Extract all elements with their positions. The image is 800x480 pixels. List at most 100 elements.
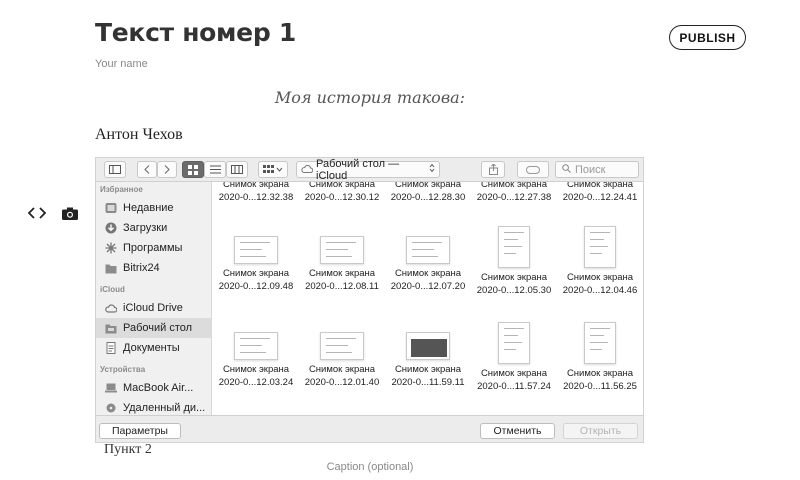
sidebar-item-applications[interactable]: Программы [96, 238, 211, 258]
file-name: Снимок экрана [566, 368, 634, 379]
file-name: Снимок экрана [394, 364, 462, 375]
file-name: Снимок экрана [480, 368, 548, 379]
back-icon[interactable] [137, 161, 157, 178]
post-paragraph-after[interactable]: Пункт 2 [104, 442, 152, 458]
insert-toolbar [27, 204, 80, 222]
post-subtitle[interactable]: Моя история такова: [0, 88, 740, 107]
cancel-button[interactable]: Отменить [480, 423, 555, 439]
sidebar-item-icloud-drive[interactable]: iCloud Drive [96, 298, 211, 318]
sidebar-item-desktop[interactable]: Рабочий стол [96, 318, 211, 338]
icon-view-icon[interactable] [182, 161, 204, 178]
tag-icon[interactable] [517, 161, 549, 178]
file-date: 2020-0...11.57.24 [477, 380, 551, 392]
sidebar-item-documents[interactable]: Документы [96, 338, 211, 358]
file-date: 2020-0...12.07.20 [390, 280, 466, 292]
file-thumbnail [406, 236, 450, 264]
sidebar-header-icloud: iCloud [100, 285, 125, 294]
sidebar-item-recents[interactable]: Недавние [96, 198, 211, 218]
location-label: Рабочий стол — iCloud [316, 157, 400, 182]
open-button[interactable]: Открыть [563, 423, 638, 439]
desktop-folder-icon [105, 322, 117, 334]
file-name: Снимок экрана [394, 268, 462, 279]
sidebar-item-downloads[interactable]: Загрузки [96, 218, 211, 238]
camera-icon[interactable] [60, 204, 80, 222]
file-date: 2020-0...12.01.40 [304, 376, 380, 388]
file-date: 2020-0...12.03.24 [218, 376, 294, 388]
file-item[interactable]: Снимок экрана 2020-0...12.01.40 [299, 322, 385, 389]
post-paragraph[interactable]: Антон Чехов [95, 126, 183, 144]
finder-bottom-bar: Параметры Отменить Открыть [96, 415, 643, 442]
file-thumbnail [584, 322, 616, 364]
clock-icon [105, 202, 117, 214]
search-icon [562, 163, 571, 176]
download-icon [105, 222, 117, 234]
file-date: 2020-0...12.24.41 [562, 191, 638, 203]
file-date: 2020-0...12.09.48 [218, 280, 294, 292]
code-brackets-icon[interactable] [27, 204, 47, 222]
file-item[interactable]: Снимок экрана 2020-0...12.27.38 [471, 182, 557, 204]
file-item[interactable]: Снимок экрана 2020-0...12.09.48 [213, 226, 299, 293]
file-name: Снимок экрана [480, 182, 548, 190]
file-date: 2020-0...12.05.30 [476, 284, 552, 296]
sidebar-item-bitrix24[interactable]: Bitrix24 [96, 258, 211, 278]
file-thumbnail [234, 332, 278, 360]
file-item[interactable]: Снимок экрана 2020-0...11.59.11 [385, 322, 471, 389]
finder-screenshot-image[interactable]: Рабочий стол — iCloud Поиск Избранное Не… [95, 157, 644, 443]
finder-toolbar: Рабочий стол — iCloud Поиск [96, 158, 643, 182]
file-item[interactable]: Снимок экрана 2020-0...12.28.30 [385, 182, 471, 204]
sidebar-toggle-icon[interactable] [104, 161, 126, 178]
sidebar-item-macbook[interactable]: MacBook Air... [96, 378, 211, 398]
file-thumbnail [584, 226, 616, 268]
file-item[interactable]: Снимок экрана 2020-0...11.57.24 [471, 322, 557, 393]
file-name: Снимок экрана [222, 268, 290, 279]
file-name: Снимок экрана [394, 182, 462, 190]
file-name: Снимок экрана [308, 364, 376, 375]
folder-icon [105, 262, 117, 274]
file-item[interactable]: Снимок экрана 2020-0...11.56.25 [557, 322, 643, 393]
sidebar-item-remote-disk[interactable]: Удаленный ди... [96, 398, 211, 415]
search-input[interactable]: Поиск [555, 161, 639, 178]
file-date: 2020-0...11.56.25 [563, 380, 637, 392]
publish-button[interactable]: PUBLISH [669, 25, 746, 50]
search-placeholder: Поиск [575, 163, 606, 176]
file-thumbnail [498, 322, 530, 364]
laptop-icon [105, 382, 117, 394]
file-date: 2020-0...12.32.38 [218, 191, 294, 203]
caption-field[interactable]: Caption (optional) [0, 461, 740, 473]
cloud-icon [105, 302, 117, 314]
file-item[interactable]: Снимок экрана 2020-0...12.07.20 [385, 226, 471, 293]
list-view-icon[interactable] [204, 161, 226, 178]
file-name: Снимок экрана [308, 268, 376, 279]
cloud-icon [301, 164, 314, 176]
group-by-icon[interactable] [258, 161, 288, 178]
apps-icon [105, 242, 117, 254]
file-name: Снимок экрана [222, 364, 290, 375]
share-icon[interactable] [481, 161, 505, 178]
file-date: 2020-0...12.30.12 [304, 191, 380, 203]
column-view-icon[interactable] [226, 161, 248, 178]
sidebar-header-devices: Устройства [100, 365, 146, 374]
file-date: 2020-0...12.08.11 [305, 280, 379, 292]
file-item[interactable]: Снимок экрана 2020-0...12.08.11 [299, 226, 385, 293]
file-item[interactable]: Снимок экрана 2020-0...12.32.38 [213, 182, 299, 204]
file-name: Снимок экрана [480, 272, 548, 283]
file-thumbnail [498, 226, 530, 268]
forward-icon[interactable] [157, 161, 177, 178]
file-item[interactable]: Снимок экрана 2020-0...12.05.30 [471, 226, 557, 297]
file-name: Снимок экрана [566, 272, 634, 283]
sidebar-header-favorites: Избранное [100, 185, 143, 194]
location-popup[interactable]: Рабочий стол — iCloud [296, 158, 440, 182]
file-date: 2020-0...12.04.46 [562, 284, 638, 296]
file-item[interactable]: Снимок экрана 2020-0...12.30.12 [299, 182, 385, 204]
file-name: Снимок экрана [308, 182, 376, 190]
author-name-field[interactable]: Your name [95, 58, 148, 70]
file-item[interactable]: Снимок экрана 2020-0...12.03.24 [213, 322, 299, 389]
file-thumbnail [234, 236, 278, 264]
file-name: Снимок экрана [566, 182, 634, 190]
file-item[interactable]: Снимок экрана 2020-0...12.04.46 [557, 226, 643, 297]
options-button[interactable]: Параметры [99, 423, 181, 439]
file-item[interactable]: Снимок экрана 2020-0...12.24.41 [557, 182, 643, 204]
file-date: 2020-0...11.59.11 [391, 376, 465, 388]
finder-sidebar: Избранное Недавние Загрузки Программы Bi… [96, 182, 212, 415]
post-title[interactable]: Текст номер 1 [95, 18, 296, 47]
